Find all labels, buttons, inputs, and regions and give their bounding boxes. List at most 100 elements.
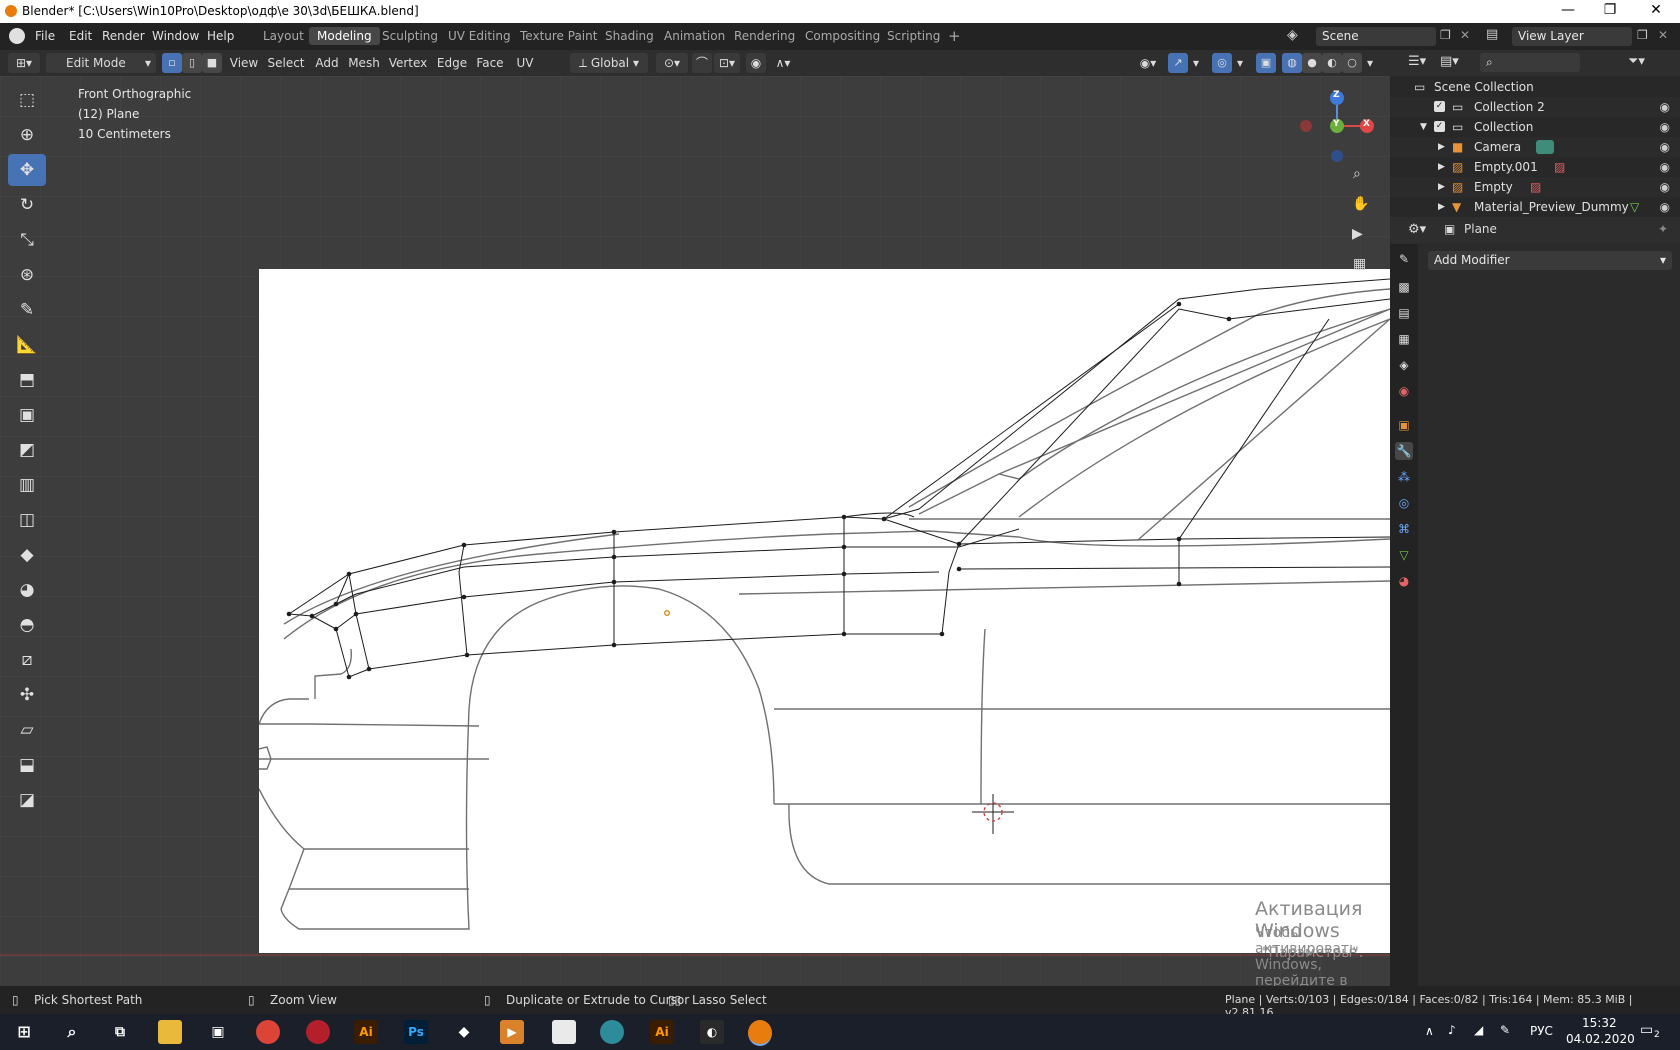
display-mode-icon[interactable]: ▤▾ [1440, 54, 1459, 69]
select-box-icon[interactable]: ⬚ [8, 84, 46, 116]
extrude-tool-icon[interactable]: ⬒ [8, 364, 46, 396]
task-view-icon[interactable]: ⧉ [108, 1020, 132, 1044]
outliner-item[interactable]: ▶ ▼ Material_Preview_Dummy ▽ ◉ [1390, 197, 1680, 217]
tab-animation[interactable]: Animation [656, 27, 733, 45]
rip-tool-icon[interactable]: ⬓ [8, 749, 46, 781]
menu-help[interactable]: Help [207, 29, 234, 43]
overlay-menu-icon[interactable]: ▾ [1234, 53, 1246, 73]
scale-tool-icon[interactable]: ⤡ [8, 224, 46, 256]
mode-dropdown[interactable]: Edit Mode ▾ [46, 53, 156, 73]
app-red-icon[interactable] [306, 1020, 330, 1044]
tab-layout[interactable]: Layout [255, 27, 312, 45]
pen-icon[interactable]: ✎ [1500, 1023, 1510, 1037]
camera-view-icon[interactable]: ▶ [1352, 226, 1363, 242]
tab-compositing[interactable]: Compositing [797, 27, 888, 45]
edge-select-icon[interactable]: ▯ [182, 53, 202, 73]
add-cube-tool-icon[interactable]: ◪ [8, 784, 46, 816]
face-select-icon[interactable]: ■ [202, 53, 222, 73]
menu-face[interactable]: Face [474, 53, 506, 73]
close-icon[interactable]: ✕ [1636, 2, 1676, 18]
pan-hand-icon[interactable]: ✋ [1352, 196, 1369, 212]
tab-rendering[interactable]: Rendering [726, 27, 803, 45]
outliner-item[interactable]: ▼ ✓ ▭ Collection ◉ [1390, 117, 1680, 137]
material-tab-icon[interactable]: ◕ [1395, 572, 1413, 590]
eye-icon[interactable]: ◉ [1660, 197, 1670, 217]
add-modifier-dropdown[interactable]: Add Modifier ▾ [1428, 251, 1672, 270]
menu-edit[interactable]: Edit [69, 29, 92, 43]
editor-type-icon[interactable]: ⊞▾ [8, 53, 40, 73]
loop-cut-tool-icon[interactable]: ▥ [8, 469, 46, 501]
zoom-icon[interactable]: ⌕ [1353, 166, 1361, 182]
app-diamond-icon[interactable]: ◆ [452, 1020, 476, 1044]
store-icon[interactable]: ▣ [206, 1020, 230, 1044]
add-workspace-icon[interactable]: + [940, 27, 969, 45]
media-player-icon[interactable]: ▶ [500, 1020, 524, 1044]
app-blender-alt-icon[interactable]: ◐ [700, 1020, 724, 1044]
expand-arrow-icon[interactable]: ▼ [1420, 117, 1427, 137]
exclude-checkbox[interactable]: ✓ [1434, 121, 1445, 132]
network-icon[interactable]: ◢ [1474, 1023, 1483, 1037]
outliner-item[interactable]: ✓ ▭ Collection 2 ◉ [1390, 97, 1680, 117]
illustrator-2-icon[interactable]: Ai [650, 1020, 674, 1044]
new-scene-icon[interactable]: ❐ [1440, 28, 1451, 42]
view-layer-tab-icon[interactable]: ▦ [1395, 330, 1413, 348]
menu-select[interactable]: Select [266, 53, 306, 73]
search-icon[interactable]: ⌕ [60, 1020, 84, 1044]
data-tab-icon[interactable]: ▽ [1395, 546, 1413, 564]
pin-icon[interactable]: ✦ [1658, 222, 1668, 236]
delete-scene-icon[interactable]: ✕ [1460, 28, 1470, 42]
tab-sculpting[interactable]: Sculpting [374, 27, 446, 45]
constraints-tab-icon[interactable]: ⌘ [1395, 520, 1413, 538]
transform-tool-icon[interactable]: ⊛ [8, 259, 46, 291]
scene-field[interactable]: Scene [1316, 27, 1436, 46]
material-shading-icon[interactable]: ◐ [1322, 53, 1342, 73]
outliner-item[interactable]: ▶ ■ Camera ◉ [1390, 137, 1680, 157]
outliner-editor-icon[interactable]: ☰▾ [1408, 54, 1426, 69]
rendered-shading-icon[interactable]: ○ [1342, 53, 1362, 73]
menu-window[interactable]: Window [152, 29, 199, 43]
exclude-checkbox[interactable]: ✓ [1434, 101, 1445, 112]
menu-add[interactable]: Add [312, 53, 342, 73]
new-view-layer-icon[interactable]: ❐ [1637, 28, 1648, 42]
app-teal-icon[interactable] [600, 1020, 624, 1044]
expand-arrow-icon[interactable]: ▶ [1438, 137, 1445, 157]
file-explorer-icon[interactable] [158, 1020, 182, 1044]
smooth-tool-icon[interactable]: ◓ [8, 609, 46, 641]
render-tab-icon[interactable]: ▩ [1395, 278, 1413, 296]
knife-tool-icon[interactable]: ◫ [8, 504, 46, 536]
object-tab-icon[interactable]: ▣ [1395, 416, 1413, 434]
spin-tool-icon[interactable]: ◕ [8, 574, 46, 606]
eye-icon[interactable]: ◉ [1660, 177, 1670, 197]
visibility-icon[interactable]: ◉▾ [1132, 53, 1164, 73]
clock-time[interactable]: 15:32 [1582, 1016, 1617, 1030]
physics-tab-icon[interactable]: ◎ [1395, 494, 1413, 512]
poly-build-tool-icon[interactable]: ◆ [8, 539, 46, 571]
solid-shading-icon[interactable]: ● [1302, 53, 1322, 73]
falloff-icon[interactable]: ∧▾ [768, 53, 798, 73]
cursor-tool-icon[interactable]: ⊕ [8, 119, 46, 151]
snap-icon[interactable]: ⌒ [692, 53, 712, 73]
3d-viewport[interactable]: Front Orthographic (12) Plane 10 Centime… [0, 76, 1390, 986]
gizmo-menu-icon[interactable]: ▾ [1190, 53, 1202, 73]
tab-texture-paint[interactable]: Texture Paint [512, 27, 605, 45]
menu-vertex[interactable]: Vertex [386, 53, 430, 73]
expand-arrow-icon[interactable]: ▶ [1438, 197, 1445, 217]
expand-arrow-icon[interactable]: ▶ [1438, 157, 1445, 177]
restore-icon[interactable]: ❐ [1590, 2, 1630, 18]
move-tool-icon[interactable]: ✥ [8, 154, 46, 186]
vertex-select-icon[interactable]: ▫ [162, 53, 182, 73]
blender-taskbar-icon[interactable] [748, 1020, 772, 1046]
overlay-toggle-icon[interactable]: ◎ [1212, 53, 1232, 73]
snap-target-icon[interactable]: ⊡▾ [714, 53, 740, 73]
scene-icon[interactable]: ◈ [1287, 27, 1298, 43]
menu-file[interactable]: File [35, 29, 55, 43]
eye-icon[interactable]: ◉ [1660, 117, 1670, 137]
expand-arrow-icon[interactable]: ▶ [1438, 177, 1445, 197]
ortho-toggle-icon[interactable]: ▦ [1353, 256, 1366, 272]
tab-modeling[interactable]: Modeling [309, 27, 380, 45]
outliner-search-input[interactable]: ⌕ [1480, 53, 1580, 72]
outliner-item[interactable]: ▶ ▨ Empty.001 ▨ ◉ [1390, 157, 1680, 177]
proportional-edit-icon[interactable]: ◉ [746, 53, 766, 73]
eye-icon[interactable]: ◉ [1660, 97, 1670, 117]
tab-scripting[interactable]: Scripting [879, 27, 948, 45]
